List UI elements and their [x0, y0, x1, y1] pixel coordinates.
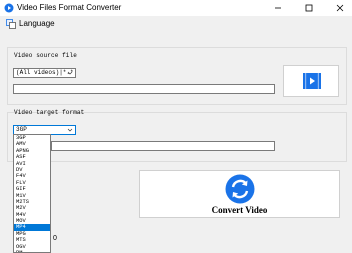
window-title: Video Files Format Converter — [17, 3, 122, 12]
target-format-dropdown[interactable]: 3GP AMV APNG ASF AVI DV F4V FLV GIF M1V M2TS M2V M4V… — [13, 134, 51, 253]
source-filter-select[interactable]: (All videos)|*.* — [13, 68, 76, 78]
app-video-icon — [4, 3, 14, 13]
close-icon[interactable] — [334, 2, 346, 14]
minimize-icon[interactable] — [272, 2, 284, 14]
target-path-field[interactable] — [51, 141, 275, 151]
title-bar: Video Files Format Converter — [0, 0, 352, 16]
language-menu[interactable]: Language — [19, 19, 55, 28]
source-filter-value: (All videos)|*.* — [16, 69, 74, 76]
maximize-icon[interactable] — [303, 2, 315, 14]
language-icon — [6, 19, 16, 29]
source-group-label: Video source file — [14, 52, 77, 59]
video-play-icon — [303, 73, 321, 89]
menu-bar: Language — [0, 16, 352, 31]
status-text: 0 — [53, 235, 57, 242]
target-format-value: 3GP — [16, 126, 27, 133]
convert-label: Convert Video — [211, 205, 268, 215]
browse-video-button[interactable] — [283, 65, 339, 97]
chevron-down-icon — [67, 128, 73, 132]
source-path-field[interactable] — [13, 84, 275, 94]
target-group — [7, 112, 347, 162]
target-group-label: Video target format — [14, 109, 85, 116]
convert-arrows-icon — [225, 174, 255, 204]
chevron-down-icon — [67, 71, 73, 75]
convert-video-button[interactable]: Convert Video — [139, 170, 340, 218]
